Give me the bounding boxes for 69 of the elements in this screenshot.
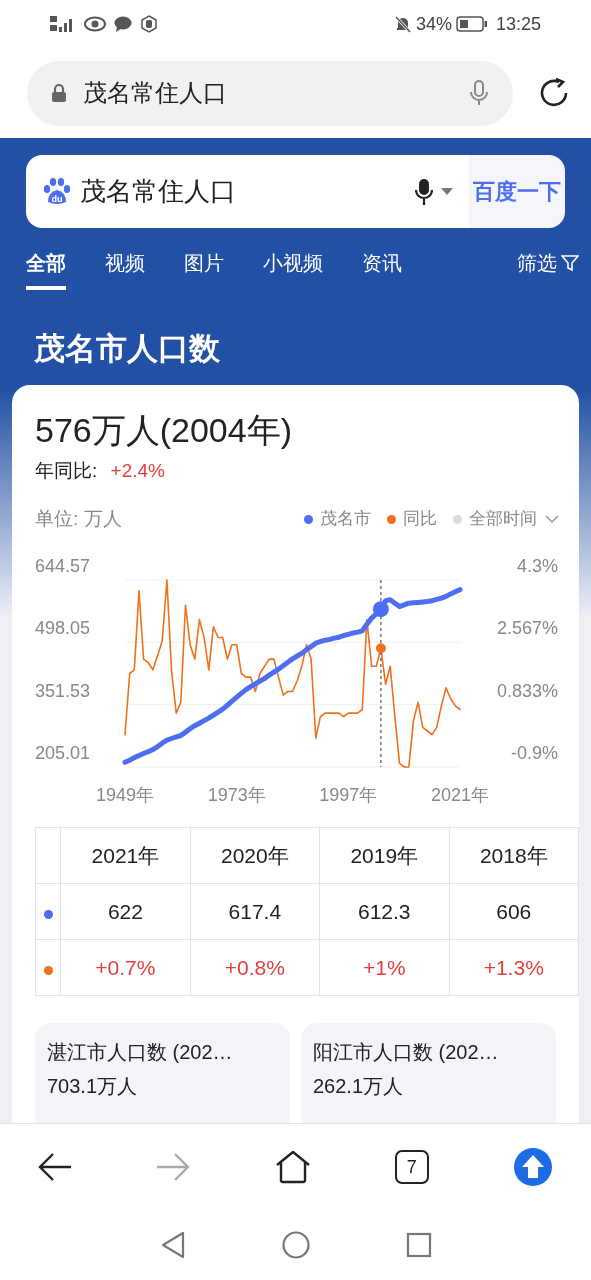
related-title: 湛江市人口数 (202… xyxy=(47,1040,234,1065)
table-cell: 606 xyxy=(449,883,579,940)
microphone-icon[interactable] xyxy=(415,177,433,206)
chat-icon xyxy=(114,16,132,32)
axis-label: 2.567% xyxy=(496,618,558,639)
axis-label: 498.05 xyxy=(35,618,91,639)
nav-back-icon[interactable] xyxy=(159,1231,186,1259)
table-cell: 622 xyxy=(60,883,191,940)
column-header: 2020年 xyxy=(190,827,320,884)
table-cell: 617.4 xyxy=(190,883,320,940)
table-cell: +1.3% xyxy=(449,939,579,996)
category-tab[interactable]: 小视频 xyxy=(263,248,323,290)
table-cell: 612.3 xyxy=(319,883,449,940)
legend-label: 同比 xyxy=(403,508,437,531)
axis-label: 0.833% xyxy=(496,680,558,701)
battery-percent: 34% xyxy=(415,12,452,36)
table-cell: +0.8% xyxy=(190,939,320,996)
time-range-dropdown[interactable]: 全部时间 xyxy=(469,506,537,532)
clock: 13:25 xyxy=(495,12,541,36)
search-field[interactable]: du 茂名常住人口 xyxy=(26,155,469,228)
data-point-marker xyxy=(372,601,389,618)
column-header: 2021年 xyxy=(60,827,191,884)
axis-label: 1997年 xyxy=(319,785,378,805)
battery-icon xyxy=(455,15,488,33)
category-tab[interactable]: 资讯 xyxy=(362,248,402,290)
axis-label: 4.3% xyxy=(516,556,558,576)
eye-icon xyxy=(84,16,106,32)
tab-count-button[interactable]: 7 xyxy=(394,1150,429,1184)
address-bar[interactable]: 茂名常住人口 xyxy=(27,60,513,126)
table-cell: +1% xyxy=(319,939,449,996)
axis-label: 644.57 xyxy=(35,556,91,576)
funnel-icon[interactable] xyxy=(561,254,579,272)
related-result-card[interactable]: 湛江市人口数 (202… 703.1万人 xyxy=(35,1023,290,1123)
axis-label: 351.53 xyxy=(35,680,91,701)
table-cell: +0.7% xyxy=(60,939,191,996)
column-header: 2018年 xyxy=(449,827,579,884)
column-header: 2019年 xyxy=(319,827,449,884)
legend-dot xyxy=(453,514,462,524)
axis-label: 1949年 xyxy=(96,785,154,805)
yoy-label: 年同比: xyxy=(35,460,98,481)
headline-value: 576万人(2004年) xyxy=(35,411,292,449)
axis-label: -0.9% xyxy=(510,743,558,763)
search-button[interactable]: 百度一下 xyxy=(469,155,565,228)
unit-label: 单位: 万人 xyxy=(35,506,122,531)
related-result-card[interactable]: 阳江市人口数 (202… 262.1万人 xyxy=(301,1023,556,1123)
related-value: 262.1万人 xyxy=(313,1074,405,1099)
muted-bell-icon xyxy=(393,15,412,33)
related-value: 703.1万人 xyxy=(47,1074,139,1099)
chevron-down-icon[interactable] xyxy=(545,515,559,523)
axis-label: 2021年 xyxy=(431,785,489,805)
yoy-value: +2.4% xyxy=(110,460,165,481)
section-title: 茂名市人口数 xyxy=(34,331,220,366)
caret-icon[interactable] xyxy=(441,187,453,196)
data-point-marker xyxy=(375,643,386,654)
search-input[interactable]: 茂名常住人口 xyxy=(80,172,415,211)
nav-recents-icon[interactable] xyxy=(405,1232,432,1258)
category-tab[interactable]: 全部 xyxy=(26,248,66,290)
address-text: 茂名常住人口 xyxy=(83,78,227,108)
back-arrow-icon[interactable] xyxy=(38,1152,72,1182)
axis-label: 1973年 xyxy=(207,785,266,805)
lock-icon xyxy=(51,83,67,103)
related-title: 阳江市人口数 (202… xyxy=(313,1040,500,1065)
nav-home-icon[interactable] xyxy=(281,1231,310,1259)
category-tab[interactable]: 图片 xyxy=(184,248,224,290)
filter-button[interactable]: 筛选 xyxy=(517,248,557,278)
legend-label: 茂名市 xyxy=(320,508,371,531)
home-icon[interactable] xyxy=(274,1150,311,1184)
category-tab[interactable]: 视频 xyxy=(105,248,145,290)
axis-label: 205.01 xyxy=(35,743,91,763)
